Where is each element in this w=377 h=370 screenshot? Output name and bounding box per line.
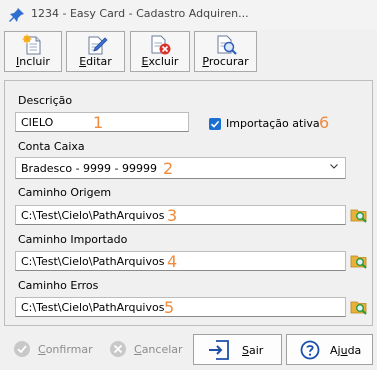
excluir-button[interactable]: Excluir: [130, 31, 190, 72]
conta-caixa-select[interactable]: Bradesco - 9999 - 99999: [15, 157, 346, 179]
editar-button[interactable]: Editar: [66, 31, 125, 72]
incluir-button[interactable]: Incluir: [4, 31, 62, 72]
folder-search-icon[interactable]: [350, 298, 368, 316]
caminho-importado-label: Caminho Importado: [18, 233, 128, 246]
folder-search-icon[interactable]: [350, 206, 368, 224]
confirmar-label: Confirmar: [38, 343, 93, 356]
window: 1234 - Easy Card - Cadastro Adquiren... …: [0, 0, 377, 370]
sair-label: Sair: [242, 344, 264, 357]
procurar-label: Procurar: [202, 55, 249, 68]
incluir-label: Incluir: [16, 55, 50, 68]
cancelar-label: Cancelar: [134, 343, 183, 356]
ajuda-button[interactable]: Ajuda: [286, 334, 373, 365]
new-document-icon: [22, 34, 41, 55]
cancelar-button[interactable]: Cancelar: [99, 334, 189, 365]
checkmark-icon: [210, 120, 220, 128]
check-circle-icon: [14, 341, 30, 357]
sair-button[interactable]: Sair: [193, 334, 282, 365]
importacao-label: Importação ativa: [226, 117, 320, 130]
caminho-origem-input[interactable]: C:\Test\Cielo\PathArquivos: [15, 205, 346, 225]
title-bar: 1234 - Easy Card - Cadastro Adquiren...: [0, 0, 377, 30]
confirmar-button[interactable]: Confirmar: [3, 334, 97, 365]
annotation-number-6: 6: [319, 113, 330, 132]
caminho-erros-input[interactable]: C:\Test\Cielo\PathArquivos: [15, 297, 346, 317]
procurar-button[interactable]: Procurar: [194, 31, 257, 72]
annotation-number-5: 5: [164, 298, 175, 317]
annotation-number-4: 4: [167, 252, 178, 271]
search-document-icon: [217, 35, 237, 55]
excluir-label: Excluir: [141, 55, 179, 68]
editar-label: Editar: [79, 55, 112, 68]
cancel-circle-icon: [110, 341, 126, 357]
caminho-erros-label: Caminho Erros: [18, 279, 99, 292]
folder-search-icon[interactable]: [350, 252, 368, 270]
help-icon: [300, 340, 320, 360]
annotation-number-3: 3: [167, 206, 178, 225]
annotation-number-2: 2: [163, 159, 174, 178]
importacao-checkbox[interactable]: [209, 118, 221, 130]
ajuda-label: Ajuda: [330, 344, 362, 357]
caminho-importado-input[interactable]: C:\Test\Cielo\PathArquivos: [15, 251, 346, 271]
conta-caixa-value: Bradesco - 9999 - 99999: [21, 162, 157, 175]
descricao-label: Descrição: [18, 94, 73, 107]
chevron-down-icon: [330, 164, 338, 169]
caminho-origem-label: Caminho Origem: [18, 186, 112, 199]
pin-icon: [9, 8, 24, 22]
annotation-number-1: 1: [93, 113, 104, 132]
toolbar: Incluir Editar Excluir Procurar: [4, 30, 373, 74]
edit-document-icon: [88, 36, 108, 55]
conta-caixa-label: Conta Caixa: [18, 140, 85, 153]
exit-door-icon: [209, 340, 229, 360]
delete-document-icon: [151, 35, 171, 55]
window-title: 1234 - Easy Card - Cadastro Adquiren...: [31, 7, 249, 20]
